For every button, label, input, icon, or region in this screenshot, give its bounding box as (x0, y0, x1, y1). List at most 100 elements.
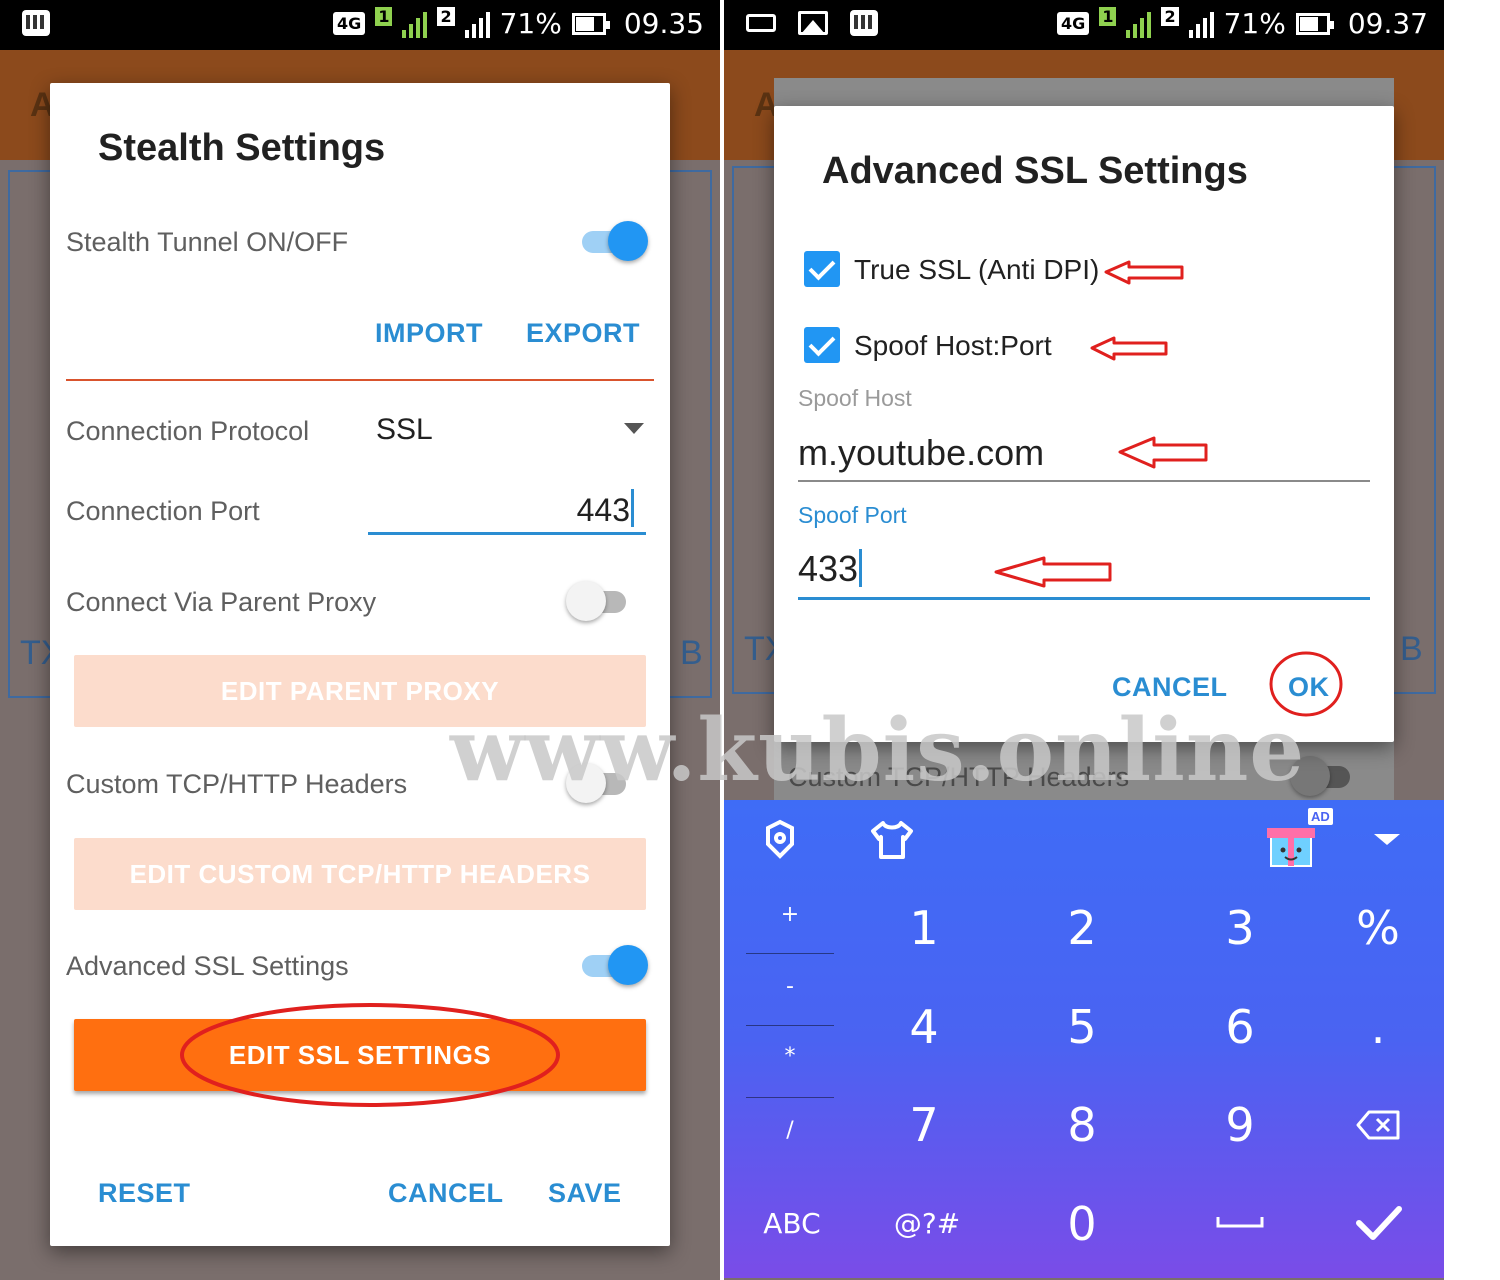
key-8[interactable]: 8 (1042, 1093, 1122, 1157)
true-ssl-checkbox[interactable] (804, 251, 840, 287)
tshirt-icon[interactable] (864, 814, 920, 866)
spoof-host-underline (798, 480, 1370, 482)
bbm-notification-icon (22, 10, 50, 36)
ok-button[interactable]: OK (1288, 672, 1330, 703)
parent-proxy-toggle[interactable] (566, 579, 636, 623)
keyboard-toolbar: AD (724, 800, 1444, 880)
battery-icon (1295, 12, 1334, 35)
spoof-port-input[interactable]: 433 (798, 542, 1370, 600)
spoof-port-underline (798, 597, 1370, 600)
battery-percent: 71% (499, 7, 562, 40)
spoof-port-value: 433 (798, 548, 859, 589)
chevron-down-icon (624, 423, 644, 434)
key-slash[interactable]: / (746, 1110, 834, 1150)
stealth-tunnel-label: Stealth Tunnel ON/OFF (66, 227, 349, 257)
key-percent[interactable]: % (1338, 896, 1418, 960)
advanced-ssl-dialog: Advanced SSL Settings True SSL (Anti DPI… (774, 106, 1394, 742)
key-2[interactable]: 2 (1042, 896, 1122, 960)
panel-divider (720, 0, 724, 1280)
save-button[interactable]: SAVE (548, 1178, 622, 1209)
key-minus[interactable]: - (746, 966, 834, 1006)
space-icon[interactable] (1212, 1204, 1268, 1240)
key-plus[interactable]: + (746, 894, 834, 934)
check-icon[interactable] (1352, 1198, 1406, 1248)
cancel-button[interactable]: CANCEL (388, 1178, 504, 1209)
sim1-badge: 1 (1099, 7, 1117, 26)
stealth-tunnel-toggle[interactable] (578, 219, 648, 263)
symbol-separator (746, 1097, 834, 1098)
key-5[interactable]: 5 (1042, 995, 1122, 1059)
connection-port-input[interactable]: 443 (368, 481, 646, 537)
parent-proxy-label: Connect Via Parent Proxy (66, 587, 377, 617)
key-dot[interactable]: . (1338, 995, 1418, 1059)
underlying-custom-headers-label: Custom TCP/HTTP Headers (788, 762, 1130, 792)
connection-protocol-label: Connection Protocol (66, 416, 310, 446)
key-asterisk[interactable]: * (746, 1036, 834, 1076)
signal-sim2-icon (1188, 10, 1214, 38)
cancel-button[interactable]: CANCEL (1112, 672, 1228, 703)
signal-sim1-icon (402, 10, 428, 38)
text-cursor (631, 489, 634, 527)
custom-headers-label: Custom TCP/HTTP Headers (66, 769, 408, 799)
key-symbols[interactable]: @?# (884, 1198, 970, 1248)
dialog-title: Stealth Settings (98, 127, 386, 169)
signal-sim2-icon (464, 10, 490, 38)
reset-button[interactable]: RESET (98, 1178, 191, 1209)
clock: 09.35 (623, 7, 704, 40)
custom-headers-toggle[interactable] (566, 761, 636, 805)
import-button[interactable]: IMPORT (375, 318, 483, 349)
symbol-separator (746, 1025, 834, 1026)
underlying-custom-headers-toggle (1290, 754, 1360, 798)
ad-badge: AD (1308, 808, 1333, 825)
spoof-hostport-label: Spoof Host:Port (854, 330, 1052, 361)
edit-parent-proxy-button[interactable]: EDIT PARENT PROXY (74, 655, 646, 727)
numeric-keyboard: AD + - * / 1 2 3 % 4 5 6 . 7 8 9 ABC @?#… (724, 800, 1444, 1278)
key-6[interactable]: 6 (1200, 995, 1280, 1059)
edit-custom-headers-button[interactable]: EDIT CUSTOM TCP/HTTP HEADERS (74, 838, 646, 910)
chevron-down-icon[interactable] (1364, 826, 1410, 852)
network-type-icon: 4G (1057, 12, 1090, 35)
advanced-ssl-label: Advanced SSL Settings (66, 951, 349, 981)
spoof-host-hint: Spoof Host (798, 385, 912, 411)
edit-ssl-settings-button[interactable]: EDIT SSL SETTINGS (74, 1019, 646, 1091)
dialog-title: Advanced SSL Settings (822, 150, 1248, 192)
spoof-host-value: m.youtube.com (798, 432, 1045, 473)
sim2-badge: 2 (1161, 7, 1179, 26)
key-abc[interactable]: ABC (750, 1198, 834, 1248)
network-type-icon: 4G (333, 12, 366, 35)
background-b-label: B (680, 634, 703, 672)
background-b-label: B (1400, 630, 1423, 668)
sim2-badge: 2 (437, 7, 455, 26)
status-bar: 4G 1 2 71% 09.35 (0, 0, 720, 50)
key-3[interactable]: 3 (1200, 896, 1280, 960)
stealth-settings-dialog: Stealth Settings Stealth Tunnel ON/OFF I… (50, 83, 670, 1246)
spoof-port-hint: Spoof Port (798, 502, 907, 528)
spoof-host-input[interactable]: m.youtube.com (798, 424, 1370, 482)
advanced-ssl-toggle[interactable] (578, 943, 648, 987)
signal-sim1-icon (1126, 10, 1152, 38)
symbol-separator (746, 953, 834, 954)
keyboard-notification-icon (746, 14, 776, 32)
key-1[interactable]: 1 (884, 896, 964, 960)
backspace-icon[interactable] (1348, 1100, 1408, 1150)
key-7[interactable]: 7 (884, 1093, 964, 1157)
battery-icon (571, 12, 610, 35)
image-notification-icon (798, 11, 828, 35)
right-screenshot: TX B A Custom TCP/HTTP Headers 4G 1 2 71… (724, 0, 1444, 1280)
keyboard-menu-icon[interactable] (754, 814, 806, 866)
clock: 09.37 (1347, 7, 1428, 40)
text-cursor (859, 549, 863, 587)
key-4[interactable]: 4 (884, 995, 964, 1059)
export-button[interactable]: EXPORT (526, 318, 640, 349)
battery-percent: 71% (1223, 7, 1286, 40)
connection-port-underline (368, 532, 646, 535)
bbm-notification-icon (850, 10, 878, 36)
key-9[interactable]: 9 (1200, 1093, 1280, 1157)
true-ssl-label: True SSL (Anti DPI) (854, 254, 1100, 285)
section-divider (66, 379, 654, 381)
sim1-badge: 1 (375, 7, 393, 26)
connection-protocol-select[interactable]: SSL (368, 403, 648, 459)
connection-protocol-value: SSL (376, 413, 433, 446)
spoof-hostport-checkbox[interactable] (804, 327, 840, 363)
key-0[interactable]: 0 (1042, 1192, 1122, 1256)
